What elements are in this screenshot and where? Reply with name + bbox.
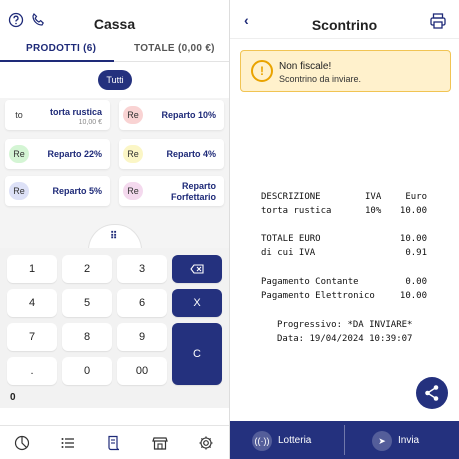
product-badge: to [9, 106, 29, 124]
progressivo-text: Progressivo: *DA INVIARE* [277, 320, 413, 330]
tab-bar: PRODOTTI (6) TOTALE (0,00 €) [0, 38, 229, 62]
scontrino-header: ‹ Scontrino [230, 0, 459, 36]
send-icon: ➤ [372, 431, 392, 451]
receipt-progressivo: Progressivo: *DA INVIARE* [261, 320, 427, 332]
total-value: 10.00 [399, 234, 427, 244]
key-0[interactable]: 0 [62, 357, 112, 385]
product-name-line2: Forfettario [171, 192, 216, 202]
non-fiscal-alert: ! Non fiscale! Scontrino da inviare. [240, 50, 451, 92]
product-badge: Re [123, 106, 143, 124]
tab-prodotti[interactable]: PRODOTTI (6) [26, 43, 96, 54]
key-1[interactable]: 1 [7, 255, 57, 283]
key-2[interactable]: 2 [62, 255, 112, 283]
product-card-reparto-5[interactable]: Re Reparto 5% [5, 176, 110, 206]
header-divider [230, 38, 459, 39]
key-00[interactable]: 00 [117, 357, 167, 385]
product-name: torta rustica [49, 107, 102, 117]
item-description: torta rustica [261, 206, 332, 216]
gear-icon[interactable] [198, 435, 214, 451]
item-euro: 10.00 [399, 206, 427, 216]
receipt-total-row: TOTALE EURO 10.00 [261, 234, 427, 246]
product-name: Reparto 10% [161, 110, 216, 120]
cassa-header: Cassa [0, 0, 229, 40]
product-card-reparto-4[interactable]: Re Reparto 4% [119, 139, 224, 169]
iva-value: 0.91 [405, 248, 427, 258]
key-8[interactable]: 8 [62, 323, 112, 351]
key-6[interactable]: 6 [117, 289, 167, 317]
key-4[interactable]: 4 [7, 289, 57, 317]
key-9[interactable]: 9 [117, 323, 167, 351]
product-card-reparto-forfettario[interactable]: Re Reparto Forfettario [119, 176, 224, 206]
alert-message: Scontrino da inviare. [279, 74, 362, 84]
col-iva: IVA [365, 192, 382, 202]
printer-icon[interactable] [429, 12, 447, 30]
receipt-iva-row: di cui IVA 0.91 [261, 248, 427, 260]
action-footer: ((·)) Lotteria ➤ Invia [230, 421, 459, 459]
receipt-header-row: DESCRIZIONE IVA Euro [261, 192, 427, 204]
product-card-reparto-22[interactable]: Re Reparto 22% [5, 139, 110, 169]
iva-label: di cui IVA [261, 248, 316, 258]
page-title: Cassa [93, 16, 136, 32]
receipt-cash-row: Pagamento Contante 0.00 [261, 277, 427, 289]
share-button[interactable] [416, 377, 448, 409]
receipt-item-row: torta rustica 10% 10.00 [261, 206, 427, 218]
key-3[interactable]: 3 [117, 255, 167, 283]
product-badge: Re [9, 145, 29, 163]
numeric-keypad: 1 2 3 4 5 6 X 7 8 9 C . 0 00 [0, 248, 229, 408]
clear-button[interactable]: C [172, 323, 222, 385]
tab-totale[interactable]: TOTALE (0,00 €) [134, 43, 215, 54]
page-title: Scontrino [311, 17, 378, 33]
lotteria-label: Lotteria [278, 435, 312, 446]
cash-value: 0.00 [405, 277, 427, 287]
backspace-icon [190, 264, 204, 274]
filter-tutti-button[interactable]: Tutti [98, 70, 132, 90]
active-tab-indicator [0, 60, 114, 62]
col-description: DESCRIZIONE [261, 192, 321, 202]
lottery-icon: ((·)) [252, 431, 272, 451]
product-price: 10,00 € [78, 119, 102, 126]
receipt-icon[interactable] [106, 435, 122, 451]
electronic-value: 10.00 [399, 291, 427, 301]
product-name-line1: Reparto [181, 181, 216, 191]
total-label: TOTALE EURO [261, 234, 321, 244]
product-card-torta-rustica[interactable]: to torta rustica 10,00 € [5, 100, 110, 130]
share-icon [425, 385, 439, 401]
product-badge: Re [123, 182, 143, 200]
store-icon[interactable] [152, 435, 168, 451]
backspace-button[interactable] [172, 255, 222, 283]
item-iva: 10% [365, 206, 382, 216]
invia-label: Invia [398, 435, 420, 446]
multiply-button[interactable]: X [172, 289, 222, 317]
cash-label: Pagamento Contante [261, 277, 359, 287]
cassa-panel: Cassa PRODOTTI (6) TOTALE (0,00 €) Tutti… [0, 0, 229, 459]
col-euro: Euro [405, 192, 427, 202]
alert-title: Non fiscale! [279, 61, 332, 72]
key-7[interactable]: 7 [7, 323, 57, 351]
list-icon[interactable] [60, 435, 76, 451]
receipt-date: Data: 19/04/2024 10:39:07 [261, 334, 427, 346]
amount-value: 0 [10, 392, 16, 403]
product-badge: Re [9, 182, 29, 200]
receipt-electronic-row: Pagamento Elettronico 10.00 [261, 291, 427, 303]
keypad-grid-icon: ⠿ [110, 231, 118, 242]
footer-divider [344, 425, 345, 455]
key-dot[interactable]: . [7, 357, 57, 385]
product-name: Reparto 5% [52, 186, 102, 196]
warning-icon: ! [251, 60, 273, 82]
product-name: Reparto 22% [47, 149, 102, 159]
product-card-reparto-10[interactable]: Re Reparto 10% [119, 100, 224, 130]
bottom-nav [0, 425, 229, 459]
key-5[interactable]: 5 [62, 289, 112, 317]
amount-display: 0 [0, 388, 229, 406]
product-name: Reparto 4% [166, 149, 216, 159]
scontrino-panel: ‹ Scontrino ! Non fiscale! Scontrino da … [230, 0, 459, 459]
product-badge: Re [123, 145, 143, 163]
electronic-label: Pagamento Elettronico [261, 291, 375, 301]
date-text: Data: 19/04/2024 10:39:07 [277, 334, 413, 344]
chart-pie-icon[interactable] [14, 435, 30, 451]
